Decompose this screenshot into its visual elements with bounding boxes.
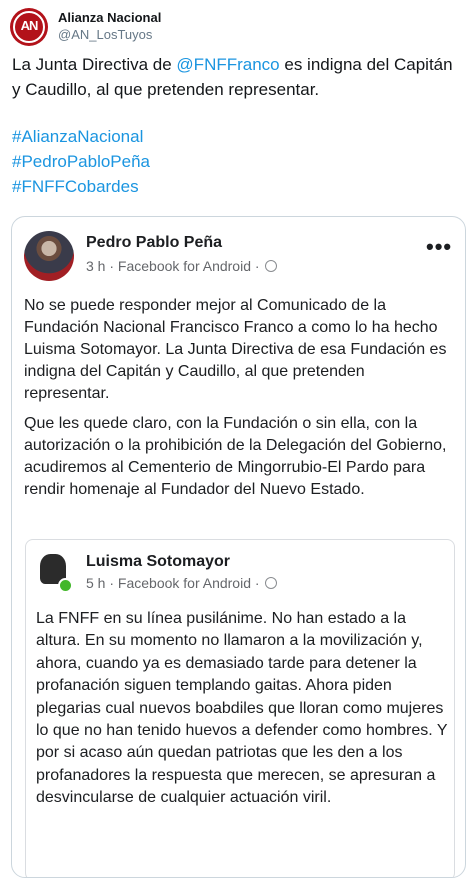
tweet-body: La Junta Directiva de @FNFFranco es indi… [12, 52, 464, 102]
online-status-icon [58, 578, 73, 593]
tweet-text-before: La Junta Directiva de [12, 55, 177, 74]
tweet-text: La Junta Directiva de @FNFFranco es indi… [12, 52, 464, 199]
shared-author-name: Luisma Sotomayor [86, 553, 231, 570]
fb-author-avatar [24, 231, 74, 281]
hashtag-link[interactable]: #PedroPabloPeña [12, 149, 464, 174]
hashtag-link[interactable]: #FNFFCobardes [12, 174, 464, 199]
shared-post: Luisma Sotomayor 5 h · Facebook for Andr… [25, 539, 455, 877]
mention-link[interactable]: @FNFFranco [176, 55, 279, 74]
shared-post-body: La FNFF en su línea pusilánime. No han e… [36, 610, 448, 807]
more-options-icon: ••• [426, 234, 453, 259]
shared-meta-text: 5 h · Facebook for Android · [86, 575, 260, 591]
fb-post-meta: 3 h · Facebook for Android · [86, 258, 278, 274]
fb-paragraph: No se puede responder mejor al Comunicad… [24, 297, 447, 402]
author-name[interactable]: Alianza Nacional [58, 10, 161, 25]
shared-post-meta: 5 h · Facebook for Android · [86, 575, 278, 591]
embedded-facebook-screenshot[interactable]: Pedro Pablo Peña 3 h · Facebook for Andr… [11, 216, 466, 878]
author-handle[interactable]: @AN_LosTuyos [58, 27, 152, 42]
avatar-logo-text: AN [20, 18, 39, 33]
fb-paragraph: Que les quede claro, con la Fundación o … [24, 415, 447, 498]
fb-post-body: No se puede responder mejor al Comunicad… [24, 295, 454, 509]
globe-icon [265, 577, 278, 589]
fb-meta-text: 3 h · Facebook for Android · [86, 258, 260, 274]
tweet-header: AN Alianza Nacional @AN_LosTuyos [10, 6, 466, 46]
hashtag-link[interactable]: #AlianzaNacional [12, 124, 464, 149]
fb-author-name: Pedro Pablo Peña [86, 234, 223, 251]
avatar[interactable]: AN [10, 8, 48, 46]
globe-icon [265, 260, 278, 272]
shared-author-avatar [36, 552, 73, 593]
